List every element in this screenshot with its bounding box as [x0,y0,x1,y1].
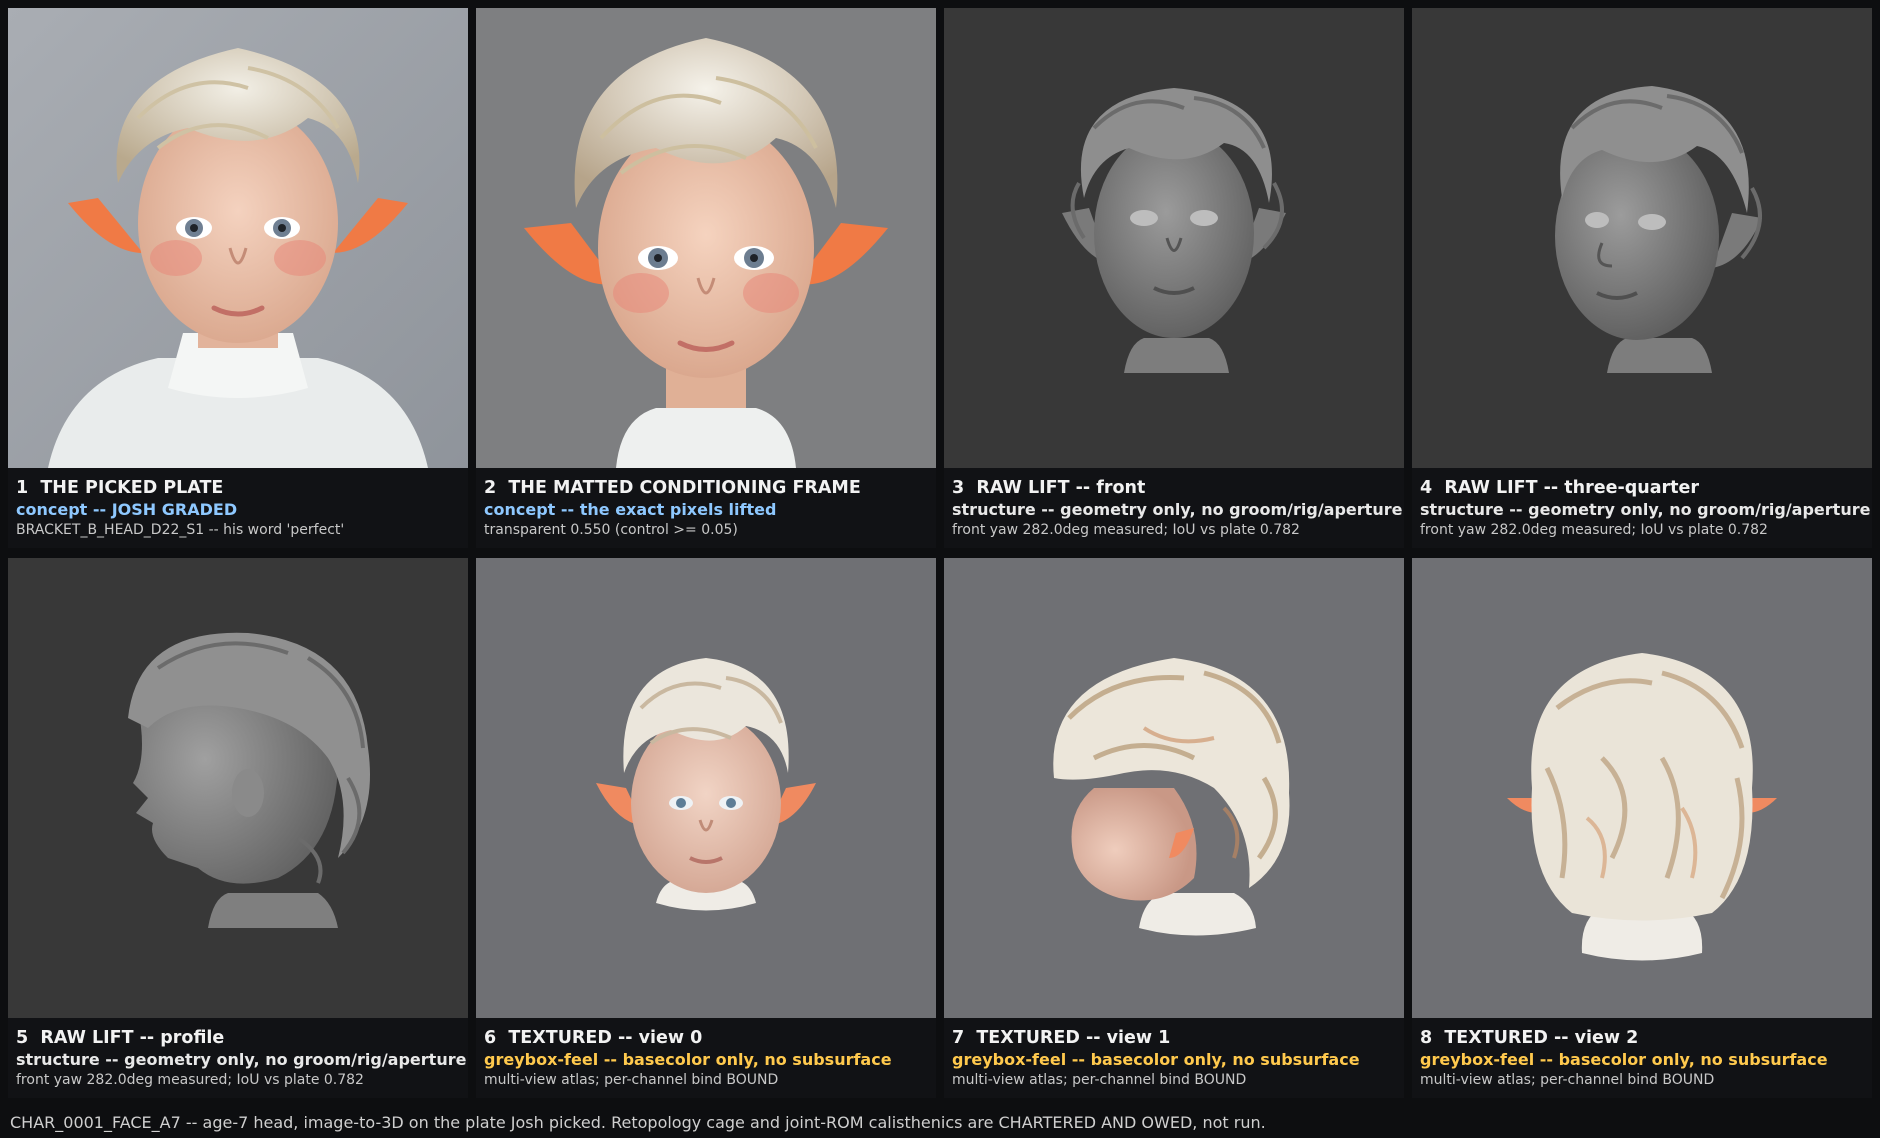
picked-plate-image [8,8,468,468]
panel-title: TEXTURED -- view 0 [508,1028,703,1048]
panel-number: 5 [16,1028,29,1048]
panel-title: TEXTURED -- view 1 [976,1028,1171,1048]
panel-detail: BRACKET_B_HEAD_D22_S1 -- his word 'perfe… [16,522,345,538]
panel-6-caption: 6 TEXTURED -- view 0 greybox-feel -- bas… [476,1018,936,1098]
panel-1[interactable]: 1 THE PICKED PLATE concept -- JOSH GRADE… [8,8,468,548]
panel-4-caption: 4 RAW LIFT -- three-quarter structure --… [1412,468,1872,548]
panel-2[interactable]: 2 THE MATTED CONDITIONING FRAME concept … [476,8,936,548]
panel-detail: front yaw 282.0deg measured; IoU vs plat… [1420,522,1768,538]
panel-title: THE PICKED PLATE [40,478,224,498]
panel-tag: greybox-feel -- basecolor only, no subsu… [952,1050,1360,1069]
panel-tag: structure -- geometry only, no groom/rig… [952,500,1403,519]
panel-detail: transparent 0.550 (control >= 0.05) [484,522,738,538]
panel-title: RAW LIFT -- front [976,478,1146,498]
panel-3[interactable]: 3 RAW LIFT -- front structure -- geometr… [944,8,1404,548]
panel-detail: front yaw 282.0deg measured; IoU vs plat… [16,1072,364,1088]
contact-sheet-grid: 1 THE PICKED PLATE concept -- JOSH GRADE… [8,8,1872,1100]
matted-frame-image [476,8,936,468]
panel-title: TEXTURED -- view 2 [1444,1028,1639,1048]
panel-tag: greybox-feel -- basecolor only, no subsu… [1420,1050,1828,1069]
panel-1-caption: 1 THE PICKED PLATE concept -- JOSH GRADE… [8,468,468,548]
panel-8-caption: 8 TEXTURED -- view 2 greybox-feel -- bas… [1412,1018,1872,1098]
panel-8[interactable]: 8 TEXTURED -- view 2 greybox-feel -- bas… [1412,558,1872,1098]
panel-number: 6 [484,1028,497,1048]
panel-tag: structure -- geometry only, no groom/rig… [1420,500,1871,519]
panel-detail: multi-view atlas; per-channel bind BOUND [1420,1072,1715,1088]
textured-view-0-image [476,558,936,1018]
panel-number: 4 [1420,478,1433,498]
panel-title: THE MATTED CONDITIONING FRAME [508,478,861,498]
panel-7[interactable]: 7 TEXTURED -- view 1 greybox-feel -- bas… [944,558,1404,1098]
panel-tag: concept -- JOSH GRADED [16,500,238,519]
panel-3-caption: 3 RAW LIFT -- front structure -- geometr… [944,468,1404,548]
panel-6[interactable]: 6 TEXTURED -- view 0 greybox-feel -- bas… [476,558,936,1098]
panel-7-caption: 7 TEXTURED -- view 1 greybox-feel -- bas… [944,1018,1404,1098]
panel-tag: greybox-feel -- basecolor only, no subsu… [484,1050,892,1069]
panel-detail: multi-view atlas; per-channel bind BOUND [952,1072,1247,1088]
panel-tag: concept -- the exact pixels lifted [484,500,777,519]
panel-number: 3 [952,478,965,498]
panel-5-caption: 5 RAW LIFT -- profile structure -- geome… [8,1018,468,1098]
panel-2-caption: 2 THE MATTED CONDITIONING FRAME concept … [476,468,936,548]
raw-lift-three-quarter-image [1412,8,1872,468]
panel-title: RAW LIFT -- three-quarter [1444,478,1700,498]
panel-tag: structure -- geometry only, no groom/rig… [16,1050,467,1069]
panel-detail: multi-view atlas; per-channel bind BOUND [484,1072,779,1088]
textured-view-1-image [944,558,1404,1018]
panel-number: 2 [484,478,497,498]
panel-detail: front yaw 282.0deg measured; IoU vs plat… [952,522,1300,538]
panel-5[interactable]: 5 RAW LIFT -- profile structure -- geome… [8,558,468,1098]
raw-lift-front-image [944,8,1404,468]
panel-number: 1 [16,478,29,498]
textured-view-2-image [1412,558,1872,1018]
panel-number: 7 [952,1028,965,1048]
panel-number: 8 [1420,1028,1433,1048]
panel-4[interactable]: 4 RAW LIFT -- three-quarter structure --… [1412,8,1872,548]
footer-note: CHAR_0001_FACE_A7 -- age-7 head, image-t… [10,1113,1266,1132]
raw-lift-profile-image [8,558,468,1018]
panel-title: RAW LIFT -- profile [40,1028,225,1048]
